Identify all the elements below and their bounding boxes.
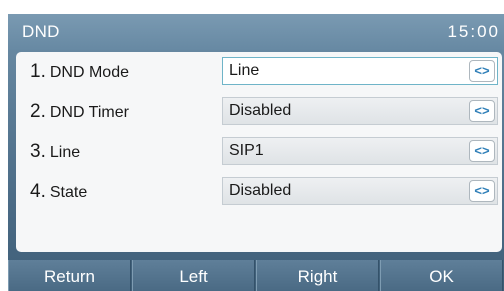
return-softkey[interactable]: Return xyxy=(8,260,131,291)
state-select[interactable]: Disabled <> xyxy=(222,177,498,205)
line-row[interactable]: 3. Line SIP1 <> xyxy=(16,132,502,172)
field-value: Disabled xyxy=(229,182,292,199)
line-select[interactable]: SIP1 <> xyxy=(222,137,498,165)
clock-time: 15:00 xyxy=(447,22,500,41)
left-right-arrows-icon[interactable]: <> xyxy=(469,140,495,162)
row-label: 4. State xyxy=(30,181,88,202)
left-right-arrows-icon[interactable]: <> xyxy=(469,100,495,122)
field-value: Disabled xyxy=(229,102,292,119)
row-label: 3. Line xyxy=(30,141,81,162)
row-label: 1. DND Mode xyxy=(30,61,129,82)
row-label: 2. DND Timer xyxy=(30,101,129,122)
dnd-timer-row[interactable]: 2. DND Timer Disabled <> xyxy=(16,92,502,132)
left-softkey[interactable]: Left xyxy=(132,260,255,291)
right-softkey[interactable]: Right xyxy=(256,260,379,291)
dnd-mode-row[interactable]: 1. DND Mode Line <> xyxy=(16,52,502,92)
field-value: SIP1 xyxy=(229,142,264,159)
title-bar: DND 15:00 xyxy=(8,14,504,50)
dnd-mode-select[interactable]: Line <> xyxy=(222,57,498,85)
settings-panel: 1. DND Mode Line <> 2. DND Timer Disabled … xyxy=(16,52,502,252)
left-right-arrows-icon[interactable]: <> xyxy=(469,180,495,202)
softkey-bar: Return Left Right OK xyxy=(8,260,504,291)
state-row[interactable]: 4. State Disabled <> xyxy=(16,172,502,212)
ok-softkey[interactable]: OK xyxy=(380,260,503,291)
dnd-timer-select[interactable]: Disabled <> xyxy=(222,97,498,125)
field-value: Line xyxy=(229,62,260,79)
page-title: DND xyxy=(22,22,60,41)
left-right-arrows-icon[interactable]: <> xyxy=(469,60,495,82)
phone-screen: DND 15:00 1. DND Mode Line <> 2. DND Timer… xyxy=(8,14,504,291)
